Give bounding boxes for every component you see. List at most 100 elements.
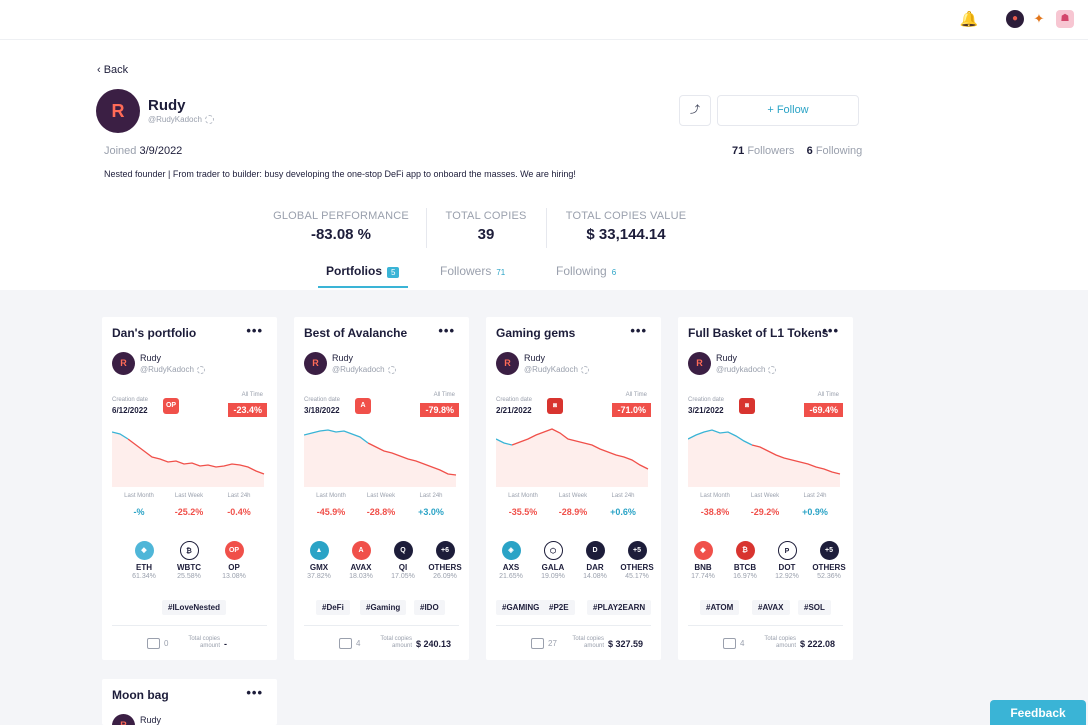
copies-count: 0 [164, 639, 169, 648]
tag-chip[interactable]: #PLAY2EARN [587, 600, 652, 615]
token-weight: 19.09% [541, 573, 565, 580]
portfolio-card[interactable]: Moon bag ••• R Rudy [102, 679, 277, 725]
tab-portfolios[interactable]: Portfolios 5 [326, 264, 400, 278]
total-copies-label: Total copies amount [764, 636, 796, 649]
network-icon[interactable]: ☗ [1056, 10, 1074, 28]
chart-area [688, 430, 840, 487]
optimism-icon: OP [224, 541, 244, 560]
period-performance: -45.9% [316, 507, 346, 517]
token-symbol: DOT [778, 563, 796, 572]
all-time-label: All Time [625, 392, 647, 398]
more-options-icon[interactable]: ••• [630, 323, 647, 338]
profile-handle: @RudyKadoch [148, 115, 214, 125]
owner-avatar: R [112, 352, 135, 375]
token-weight: 17.74% [691, 573, 715, 580]
stat-value: 39 [477, 226, 495, 243]
period-label: Last Month [316, 493, 346, 499]
token-item: ◆ BNB 17.74% [683, 541, 723, 580]
token-symbol: ETH [136, 563, 152, 572]
total-copies-value: $ 327.59 [608, 639, 644, 649]
tab-followers[interactable]: Followers 71 [440, 264, 505, 278]
metamask-fox-icon[interactable]: ✦ [1030, 10, 1048, 28]
owner-avatar: R [688, 352, 711, 375]
share-button[interactable]: ⤴ [679, 95, 711, 126]
period-label: Last Week [750, 493, 780, 499]
period-label: Last Week [558, 493, 588, 499]
token-weight: 45.17% [625, 573, 649, 580]
copies-icon [147, 638, 160, 649]
tab-following[interactable]: Following 6 [556, 264, 616, 278]
chain-icon: ⧈ [739, 398, 755, 414]
token-item: ◈ AXS 21.65% [491, 541, 531, 580]
owner-handle: @Rudykadoch [332, 365, 396, 374]
creation-date: 2/21/2022 [496, 406, 532, 415]
portfolio-card[interactable]: Full Basket of L1 Tokens ••• R Rudy @rudykad… [678, 317, 853, 660]
tag-chip[interactable]: #Gaming [360, 600, 407, 615]
tag-chip[interactable]: #ATOM [700, 600, 740, 615]
token-weight: 37.82% [307, 573, 331, 580]
follow-button[interactable]: + Follow [717, 95, 859, 126]
token-weight: 21.65% [499, 573, 523, 580]
period-label: Last 24h [803, 493, 827, 499]
tag-row: #DeFi #Gaming #IDO [294, 599, 469, 621]
qi-icon: Q [393, 541, 413, 560]
follow-stats: 71 Followers 6 Following [732, 145, 862, 157]
period-performance: -28.9% [558, 507, 588, 517]
more-options-icon[interactable]: ••• [438, 323, 455, 338]
performance-chart [688, 427, 843, 489]
all-time-performance: -69.4% [804, 403, 843, 417]
stat-total-copies: TOTAL COPIES 39 [436, 210, 536, 243]
followers-count[interactable]: 71 [732, 145, 744, 157]
creation-date-label: Creation date [304, 397, 341, 403]
verified-icon [204, 115, 214, 125]
portfolio-card[interactable]: Gaming gems ••• R Rudy @RudyKadoch Creation d… [486, 317, 661, 660]
performance-chart [304, 427, 459, 489]
following-count[interactable]: 6 [807, 145, 813, 157]
token-item: ₿ WBTC 25.58% [169, 541, 209, 580]
token-item: +5 OTHERS 45.17% [617, 541, 657, 580]
portfolio-card[interactable]: Dan's portfolio ••• R Rudy @RudyKadoch Creati… [102, 317, 277, 660]
token-weight: 25.58% [177, 573, 201, 580]
creation-date: 6/12/2022 [112, 406, 148, 415]
stat-divider [546, 208, 547, 248]
gala-icon: ⬡ [543, 541, 563, 560]
portfolio-card[interactable]: Best of Avalanche ••• R Rudy @Rudykadoch Crea… [294, 317, 469, 660]
period-label: Last 24h [419, 493, 443, 499]
token-item: P DOT 12.92% [767, 541, 807, 580]
total-copies-value: $ 222.08 [800, 639, 836, 649]
feedback-button[interactable]: Feedback [990, 700, 1086, 725]
joined-label: Joined [104, 145, 137, 157]
tag-chip[interactable]: #AVAX [752, 600, 790, 615]
bell-icon[interactable]: 🔔 [958, 9, 980, 31]
tag-row: #ATOM #AVAX #SOL [678, 599, 853, 621]
owner-handle-text: @rudykadoch [716, 365, 766, 374]
period-label: Last 24h [227, 493, 251, 499]
user-avatar-icon[interactable]: ● [1006, 10, 1024, 28]
active-tab-indicator [318, 286, 408, 288]
more-options-icon[interactable]: ••• [246, 685, 263, 700]
followers-label[interactable]: Followers [747, 145, 794, 157]
tag-chip[interactable]: #DeFi [316, 600, 350, 615]
verified-icon [196, 365, 205, 374]
more-options-icon[interactable]: ••• [246, 323, 263, 338]
tag-chip[interactable]: #GAMING [496, 600, 546, 615]
copies-count: 4 [356, 639, 361, 648]
period-label: Last Week [366, 493, 396, 499]
owner-handle-text: @Rudykadoch [332, 365, 385, 374]
tag-row: #GAMING #P2E #PLAY2EARN [486, 599, 661, 621]
token-symbol: GALA [541, 563, 565, 572]
token-item: ▲ GMX 37.82% [299, 541, 339, 580]
stat-label: TOTAL COPIES [445, 210, 527, 222]
tag-chip[interactable]: #P2E [543, 600, 575, 615]
tag-chip[interactable]: #ILoveNested [162, 600, 227, 615]
back-link[interactable]: ‹ Back [97, 64, 128, 76]
following-label[interactable]: Following [816, 145, 862, 157]
more-options-icon[interactable]: ••• [822, 323, 839, 338]
profile-bio: Nested founder | From trader to builder:… [104, 169, 576, 179]
tab-label: Portfolios [326, 264, 382, 278]
period-performance: +3.0% [418, 507, 444, 517]
tag-chip[interactable]: #IDO [414, 600, 445, 615]
token-item: Q QI 17.05% [383, 541, 423, 580]
token-item: ◆ ETH 61.34% [124, 541, 164, 580]
tag-chip[interactable]: #SOL [798, 600, 831, 615]
